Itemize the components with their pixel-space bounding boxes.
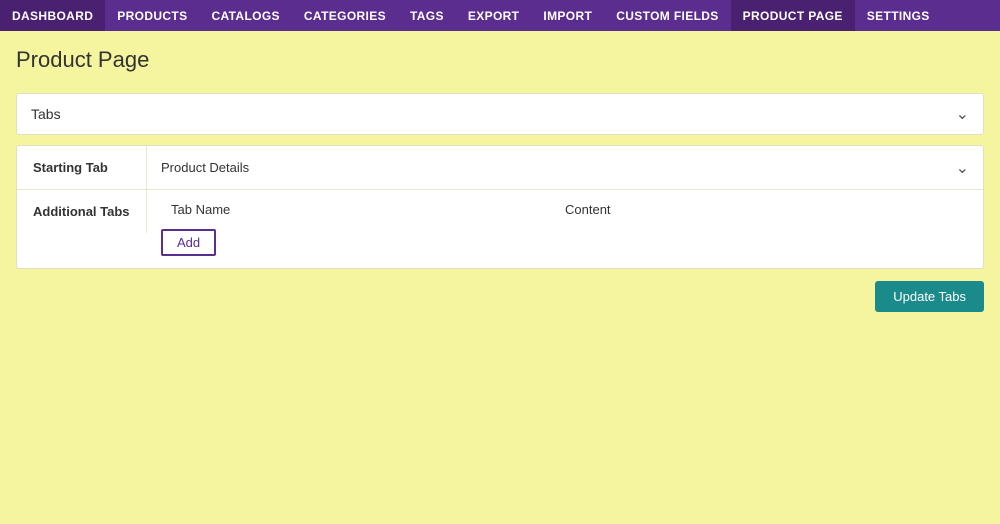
nav-products[interactable]: PRODUCTS <box>105 0 199 31</box>
nav-product-page[interactable]: PRODUCT PAGE <box>731 0 855 31</box>
tabs-chevron-icon: ⌄ <box>956 104 969 124</box>
starting-tab-value: Product Details <box>161 160 249 175</box>
nav-dashboard[interactable]: DASHBOARD <box>0 0 105 31</box>
nav-catalogs[interactable]: CATALOGS <box>199 0 291 31</box>
nav-import[interactable]: IMPORT <box>531 0 604 31</box>
col-content-header: Content <box>565 202 959 217</box>
col-tab-name-header: Tab Name <box>171 202 565 217</box>
page-title: Product Page <box>16 47 984 73</box>
additional-tabs-row: Additional Tabs Tab Name Content Add <box>17 190 983 268</box>
starting-tab-label: Starting Tab <box>17 146 147 189</box>
update-tabs-button[interactable]: Update Tabs <box>875 281 984 312</box>
tabs-section-label: Tabs <box>31 106 61 122</box>
add-tab-button[interactable]: Add <box>161 229 216 256</box>
tabs-columns-header: Tab Name Content <box>161 202 969 217</box>
nav-settings[interactable]: SETTINGS <box>855 0 942 31</box>
main-nav: DASHBOARD PRODUCTS CATALOGS CATEGORIES T… <box>0 0 1000 31</box>
tabs-section: Tabs ⌄ <box>16 93 984 135</box>
additional-tabs-label: Additional Tabs <box>17 190 147 233</box>
tabs-inner-card: Starting Tab Product Details ⌄ Additiona… <box>16 145 984 269</box>
nav-tags[interactable]: TAGS <box>398 0 456 31</box>
main-content: Product Page Tabs ⌄ Starting Tab Product… <box>0 31 1000 524</box>
additional-tabs-content: Tab Name Content Add <box>147 190 983 268</box>
tabs-section-header[interactable]: Tabs ⌄ <box>17 94 983 134</box>
nav-export[interactable]: EXPORT <box>456 0 532 31</box>
nav-categories[interactable]: CATEGORIES <box>292 0 398 31</box>
action-bar: Update Tabs <box>16 269 984 312</box>
starting-tab-row: Starting Tab Product Details ⌄ <box>17 146 983 190</box>
starting-tab-chevron-icon: ⌄ <box>956 158 969 178</box>
starting-tab-content[interactable]: Product Details ⌄ <box>147 148 983 188</box>
nav-custom-fields[interactable]: CUSTOM FIELDS <box>604 0 730 31</box>
